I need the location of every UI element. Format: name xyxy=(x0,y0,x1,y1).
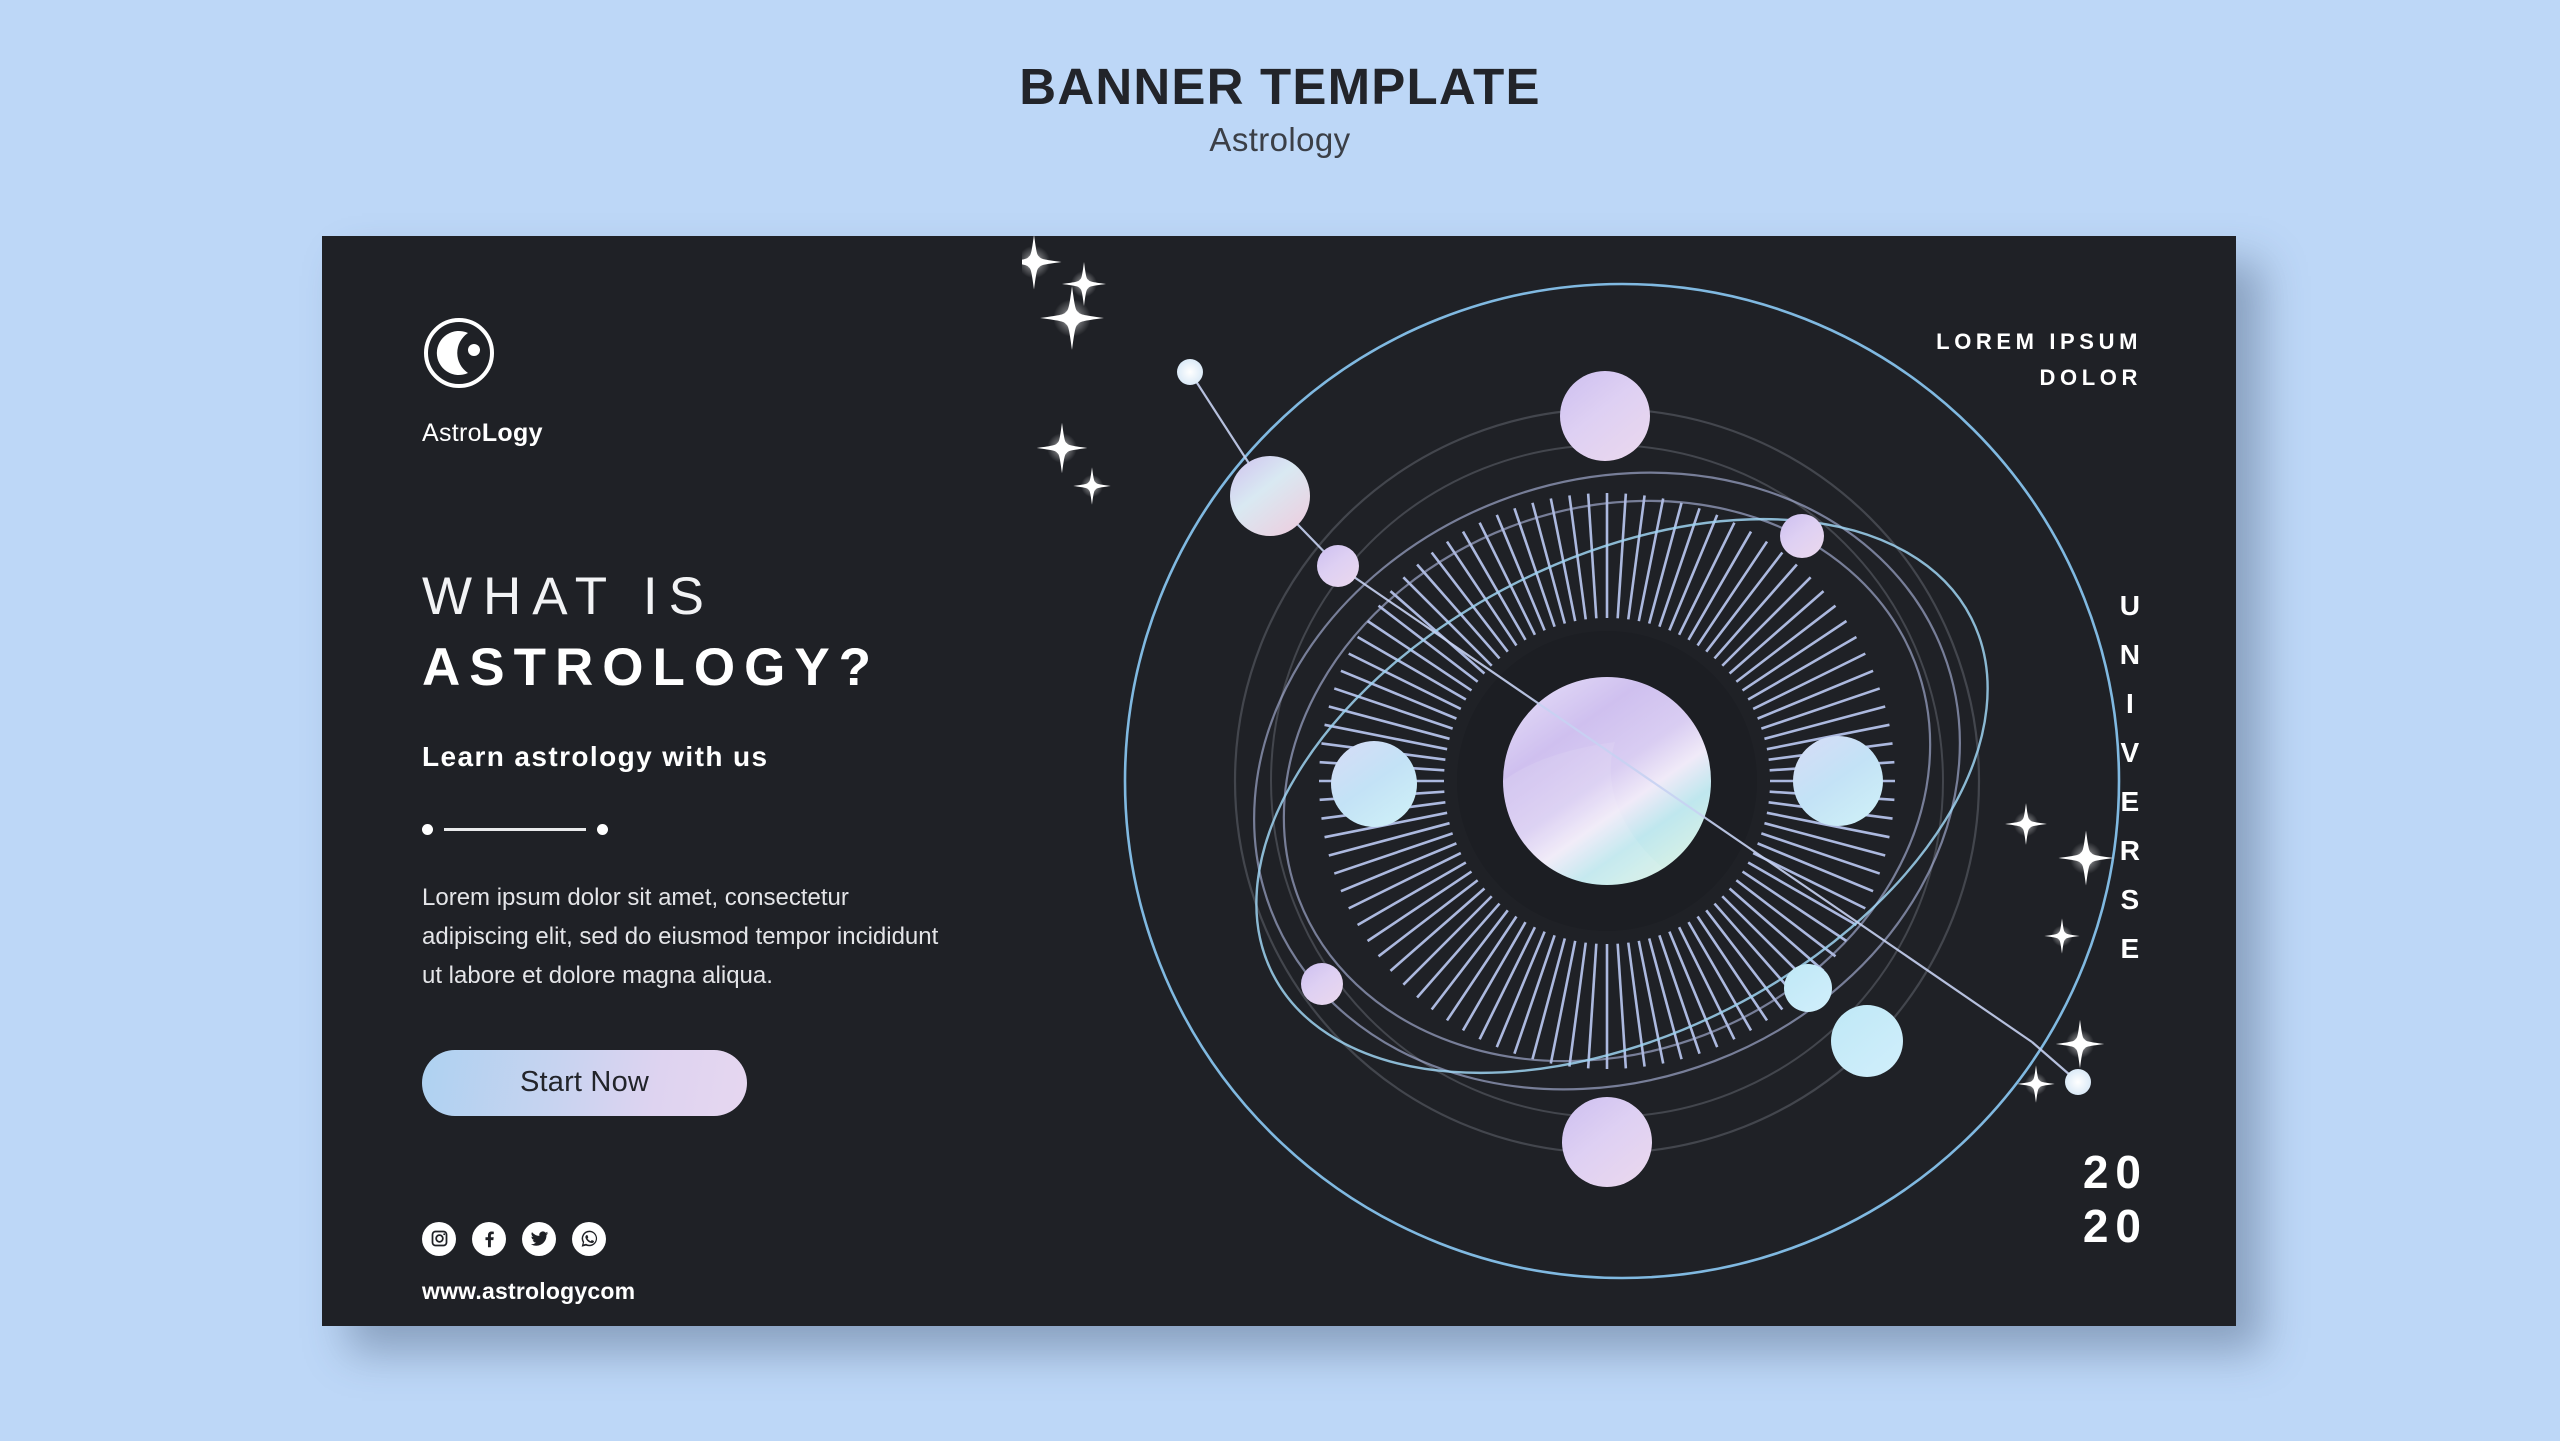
year-line-2: 20 xyxy=(2082,1200,2148,1253)
planet-bottom xyxy=(1562,1097,1652,1187)
headline-line-1: WHAT IS xyxy=(422,567,715,626)
start-now-button[interactable]: Start Now xyxy=(422,1049,747,1116)
brand-name: AstroLogy xyxy=(422,419,1122,448)
planet-lower-right xyxy=(1831,1005,1903,1077)
moon-lower-right-small xyxy=(1784,964,1832,1012)
divider-dot-right xyxy=(597,823,608,835)
solar-system-artwork xyxy=(1022,236,2236,1326)
website-url[interactable]: www.astrologycom xyxy=(422,1278,1122,1305)
facebook-icon[interactable] xyxy=(472,1221,506,1256)
instagram-icon[interactable] xyxy=(422,1221,456,1256)
year-line-1: 20 xyxy=(2082,1146,2148,1199)
divider-dot-left xyxy=(422,823,433,835)
corner-lorem-text: LOREM IPSUM DOLOR xyxy=(1936,324,2142,395)
moon-upper-left xyxy=(1317,545,1359,587)
decorative-divider xyxy=(422,823,608,835)
page-subtitle: Astrology xyxy=(1209,121,1351,159)
universe-letter: E xyxy=(2120,786,2140,817)
universe-letter: S xyxy=(2120,884,2140,915)
year-label: 20 20 xyxy=(2083,1146,2148,1254)
planet-right xyxy=(1793,736,1883,826)
sparkle-star xyxy=(2044,918,2080,954)
sparkle-star xyxy=(1022,236,1062,290)
divider-bar xyxy=(444,828,586,831)
planet-top xyxy=(1560,371,1650,461)
orbit-node-bottom xyxy=(2065,1069,2091,1095)
social-links xyxy=(422,1221,1122,1256)
sparkle-star xyxy=(1062,262,1106,306)
universe-letter: U xyxy=(2119,590,2140,621)
headline-line-2: ASTROLOGY? xyxy=(422,637,881,697)
brand-name-bold: Logy xyxy=(481,419,543,447)
page-header: BANNER TEMPLATE Astrology xyxy=(0,58,2560,159)
universe-letter: N xyxy=(2119,639,2140,670)
subheading: Learn astrology with us xyxy=(422,741,769,773)
universe-letter: I xyxy=(2125,688,2134,719)
moon-upper-right xyxy=(1780,514,1824,558)
sparkle-star xyxy=(2055,1019,2105,1069)
banner-left-column: AstroLogy WHAT IS ASTROLOGY? Learn astro… xyxy=(422,316,1122,1305)
corner-lorem-line-2: DOLOR xyxy=(2039,364,2142,390)
crescent-moon-in-circle-icon xyxy=(424,318,494,388)
orbit-node-top xyxy=(1177,359,1203,385)
planet-upper-left xyxy=(1230,456,1310,536)
corner-lorem-line-1: LOREM IPSUM xyxy=(1936,329,2142,354)
page-title: BANNER TEMPLATE xyxy=(1019,58,1541,115)
headline: WHAT IS ASTROLOGY? xyxy=(422,566,1122,701)
sparkle-star xyxy=(2058,830,2114,886)
universe-letter: V xyxy=(2120,737,2140,768)
whatsapp-icon[interactable] xyxy=(572,1221,606,1256)
sparkle-star xyxy=(2005,803,2047,845)
banner-card: AstroLogy WHAT IS ASTROLOGY? Learn astro… xyxy=(322,236,2236,1326)
brand-logo[interactable]: AstroLogy xyxy=(422,316,1122,448)
body-paragraph: Lorem ipsum dolor sit amet, consectetur … xyxy=(422,884,939,990)
page-root: BANNER TEMPLATE Astrology AstroLogy WHAT… xyxy=(0,0,2560,1441)
universe-letter: R xyxy=(2119,835,2140,866)
brand-name-light: Astro xyxy=(422,419,482,447)
vertical-universe-text: UNIVERSE xyxy=(2120,581,2140,973)
sparkle-star xyxy=(2017,1065,2055,1103)
planet-left xyxy=(1331,741,1417,827)
moon-lower-left xyxy=(1301,963,1343,1005)
twitter-icon[interactable] xyxy=(522,1221,556,1256)
universe-letter: E xyxy=(2120,933,2140,964)
